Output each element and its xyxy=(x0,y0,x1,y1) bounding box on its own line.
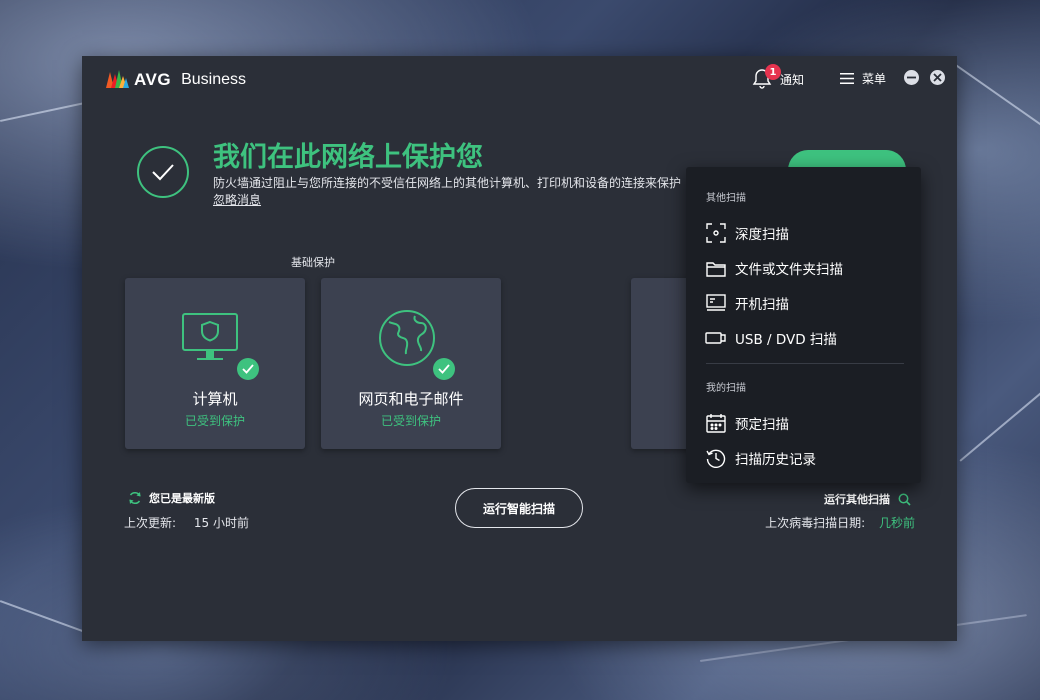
background-streak xyxy=(959,389,1040,462)
protected-status-icon xyxy=(137,146,189,198)
minus-icon xyxy=(907,76,916,79)
background-streak xyxy=(949,60,1040,131)
product-name: Business xyxy=(181,71,246,88)
calendar-icon xyxy=(704,412,728,434)
file-folder-scan-label: 文件或文件夹扫描 xyxy=(735,262,843,278)
usb-dvd-scan-item[interactable]: USB / DVD 扫描 xyxy=(704,327,837,349)
avg-logo-icon xyxy=(106,70,129,88)
usb-icon xyxy=(704,327,728,349)
deep-scan-item[interactable]: 深度扫描 xyxy=(704,222,789,244)
menu-label: 菜单 xyxy=(862,72,887,86)
brand-name: AVG xyxy=(134,70,172,89)
minimize-button[interactable] xyxy=(904,70,919,85)
last-update-label: 上次更新: xyxy=(124,516,177,530)
scan-history-label: 扫描历史记录 xyxy=(735,452,816,468)
scan-history-item[interactable]: 扫描历史记录 xyxy=(704,447,816,469)
card-status: 已受到保护 xyxy=(184,414,245,428)
refresh-icon xyxy=(129,491,141,505)
other-scans-section-label: 其他扫描 xyxy=(706,193,746,204)
history-icon xyxy=(704,447,728,469)
card-status: 已受到保护 xyxy=(380,414,441,428)
background-streak xyxy=(0,600,85,633)
last-update: 上次更新: 15 小时前 xyxy=(124,514,249,531)
menu-button[interactable]: 菜单 xyxy=(840,70,886,87)
last-virus-scan: 上次病毒扫描日期: 几秒前 xyxy=(765,514,915,531)
search-icon xyxy=(898,493,911,506)
last-virus-scan-label: 上次病毒扫描日期: xyxy=(765,516,866,530)
ignore-message-link[interactable]: 忽略消息 xyxy=(213,191,261,208)
checkmark-icon xyxy=(152,164,174,181)
card-title: 网页和电子邮件 xyxy=(358,390,464,408)
other-scans-dropdown: 其他扫描 深度扫描 文件或文件夹扫描 开机扫描 USB / DVD 扫描 我的扫… xyxy=(686,167,921,483)
card-title: 计算机 xyxy=(192,390,238,408)
last-update-value: 15 小时前 xyxy=(193,516,249,530)
hamburger-icon xyxy=(840,73,854,84)
globe-icon xyxy=(377,310,455,380)
basic-protection-label: 基础保护 xyxy=(291,256,335,269)
boot-scan-label: 开机扫描 xyxy=(735,297,789,313)
bell-icon: 1 xyxy=(752,64,781,90)
my-scans-section-label: 我的扫描 xyxy=(706,383,746,394)
file-folder-scan-item[interactable]: 文件或文件夹扫描 xyxy=(704,257,843,279)
check-badge-icon xyxy=(237,358,259,380)
monitor-shield-icon xyxy=(181,312,259,380)
notification-badge: 1 xyxy=(765,64,781,80)
scheduled-scan-item[interactable]: 预定扫描 xyxy=(704,412,789,434)
check-badge-icon xyxy=(433,358,455,380)
usb-dvd-scan-label: USB / DVD 扫描 xyxy=(735,332,837,348)
boot-scan-item[interactable]: 开机扫描 xyxy=(704,292,789,314)
boot-scan-icon xyxy=(704,292,728,314)
dropdown-divider xyxy=(706,363,904,364)
deep-scan-label: 深度扫描 xyxy=(735,227,789,243)
run-smart-scan-button[interactable]: 运行智能扫描 xyxy=(455,488,583,528)
run-other-scans-label: 运行其他扫描 xyxy=(824,493,890,506)
folder-icon xyxy=(704,257,728,279)
up-to-date-text: 您已是最新版 xyxy=(149,492,215,505)
app-logo: AVG Business xyxy=(104,68,246,92)
scheduled-scan-label: 预定扫描 xyxy=(735,417,789,433)
hero-description: 防火墙通过阻止与您所连接的不受信任网络上的其他计算机、打印机和设备的连接来保护 xyxy=(213,176,682,190)
close-button[interactable] xyxy=(930,70,945,85)
deep-scan-icon xyxy=(704,222,728,244)
notifications-label: 通知 xyxy=(780,72,805,87)
close-icon xyxy=(933,73,942,82)
update-status: 您已是最新版 xyxy=(128,490,215,506)
notifications-button[interactable]: 1 通知 xyxy=(752,64,805,90)
run-other-scans-link[interactable]: 运行其他扫描 xyxy=(824,491,911,507)
web-email-card[interactable]: 网页和电子邮件 已受到保护 xyxy=(321,278,501,449)
last-virus-scan-value: 几秒前 xyxy=(878,516,915,530)
hero-title: 我们在此网络上保护您 xyxy=(213,142,483,173)
computer-card[interactable]: 计算机 已受到保护 xyxy=(125,278,305,449)
